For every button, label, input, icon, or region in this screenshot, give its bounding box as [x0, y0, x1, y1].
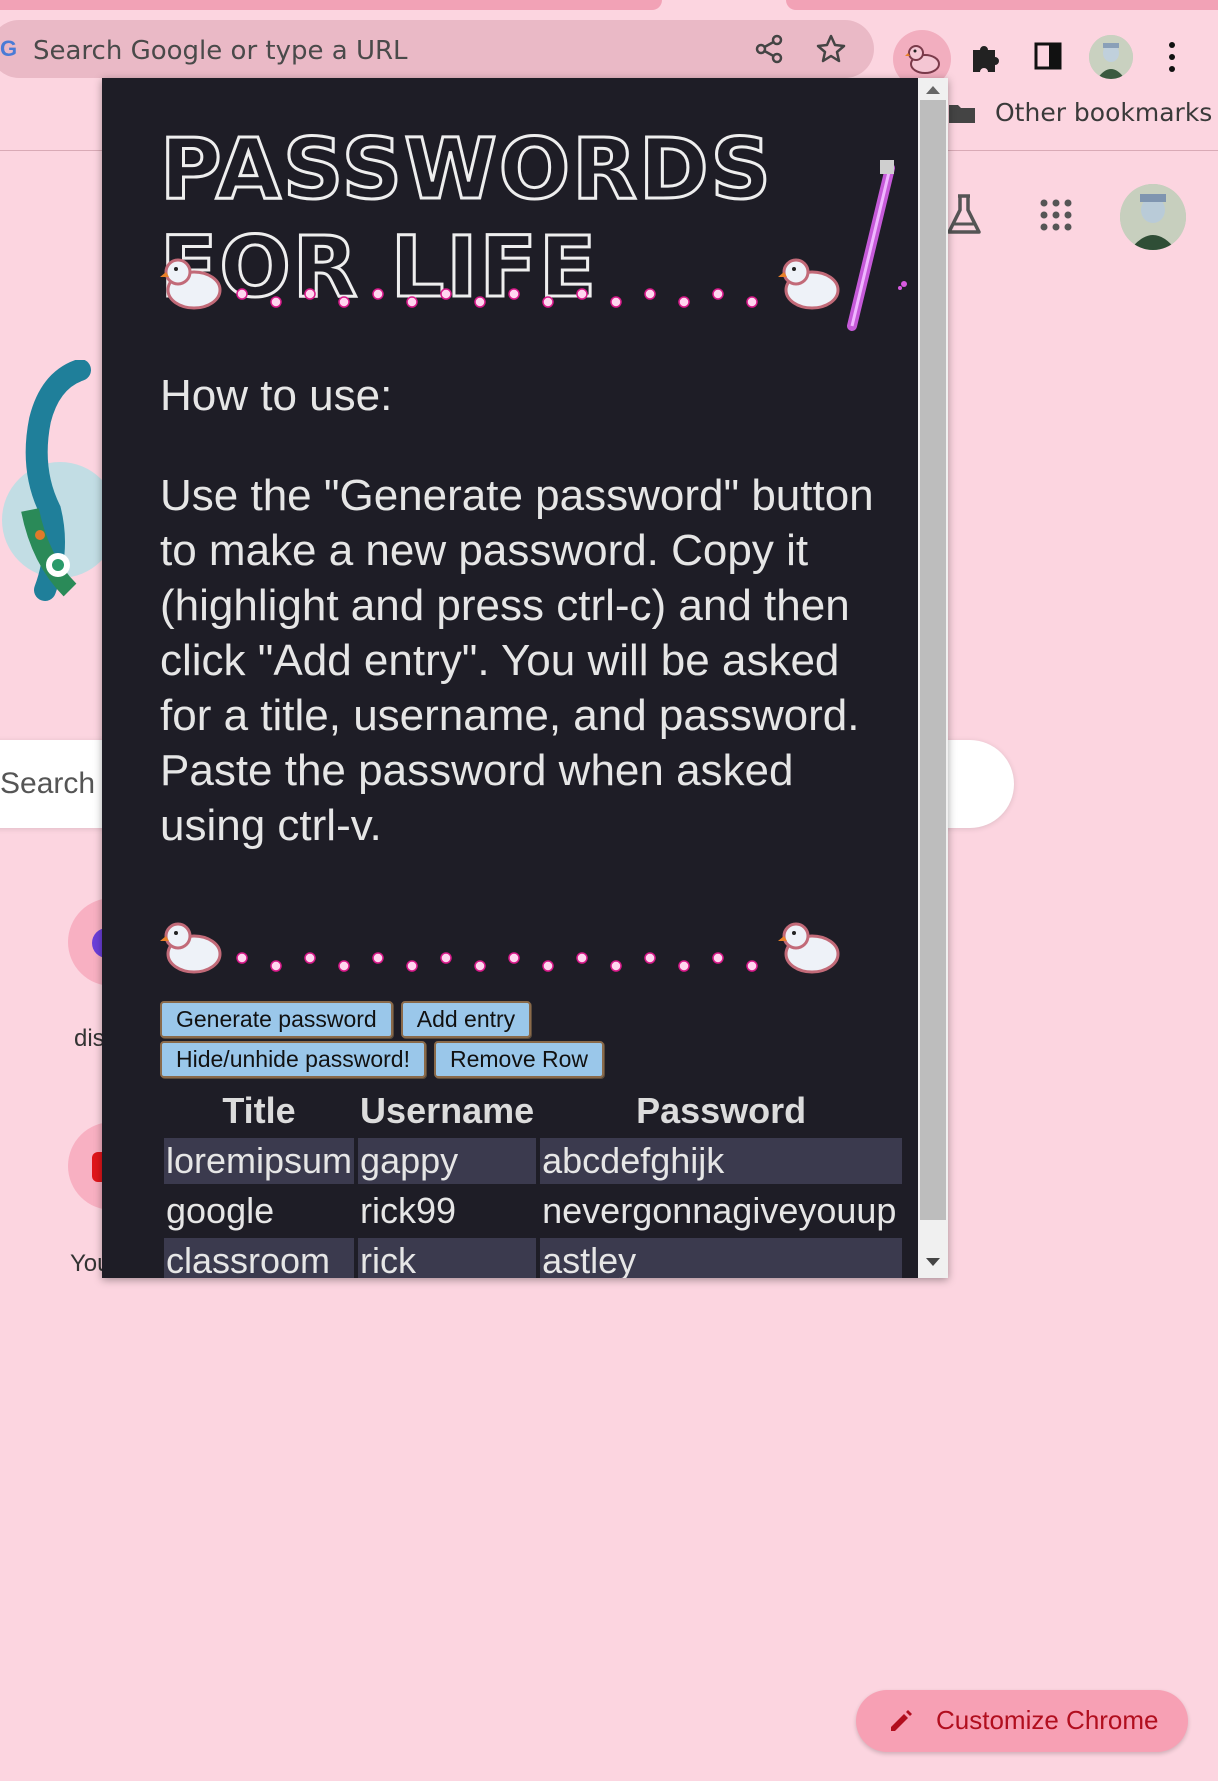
scroll-up-arrow-icon[interactable] [926, 86, 940, 94]
button-row: Generate password Add entry [160, 1001, 890, 1038]
pencil-icon [891, 1710, 912, 1731]
cell-username[interactable]: rick [358, 1238, 537, 1278]
cell-title[interactable]: loremipsum [164, 1138, 355, 1184]
side-panel-icon[interactable] [1033, 41, 1063, 71]
cell-title[interactable]: classroom [164, 1238, 355, 1278]
button-row: Hide/unhide password! Remove Row [160, 1041, 890, 1078]
account-avatar[interactable] [1120, 184, 1186, 250]
remove-row-button[interactable]: Remove Row [433, 1041, 605, 1078]
duck-divider [160, 258, 840, 310]
browser-tab[interactable] [786, 0, 1218, 10]
duck-icon [778, 922, 840, 974]
add-entry-button[interactable]: Add entry [400, 1001, 532, 1038]
duck-divider [160, 922, 840, 974]
duck-icon [160, 258, 222, 310]
bookmark-star-icon[interactable] [814, 32, 848, 66]
other-bookmarks[interactable]: Other bookmarks [995, 98, 1212, 127]
table-row[interactable]: loremipsum gappy abcdefghijk [164, 1138, 903, 1184]
hide-unhide-password-button[interactable]: Hide/unhide password! [160, 1041, 426, 1078]
extensions-puzzle-icon[interactable] [967, 38, 1003, 74]
scroll-down-arrow-icon[interactable] [926, 1258, 940, 1266]
generate-password-button[interactable]: Generate password [160, 1001, 393, 1038]
cell-password[interactable]: abcdefghijk [540, 1138, 903, 1184]
table-header-row: Title Username Password [164, 1088, 902, 1134]
folder-icon [949, 105, 975, 123]
password-table: Title Username Password loremipsum gappy… [160, 1084, 906, 1278]
doodle-image[interactable] [0, 360, 104, 610]
table-row[interactable]: google rick99 nevergonnagiveyouup [164, 1188, 902, 1234]
ntp-search-input[interactable]: Search [0, 767, 95, 801]
scroll-thumb[interactable] [920, 100, 946, 1220]
cell-username[interactable]: gappy [358, 1138, 537, 1184]
popup-scrollbar[interactable] [918, 78, 948, 1278]
google-apps-icon[interactable] [1038, 197, 1074, 233]
cell-title[interactable]: google [164, 1188, 354, 1234]
google-icon: G [0, 36, 16, 61]
cell-password[interactable]: nevergonnagiveyouup [540, 1188, 902, 1234]
duck-extension-icon[interactable] [905, 42, 941, 76]
omnibox[interactable]: G Search Google or type a URL [0, 20, 874, 78]
tab-strip [0, 0, 1218, 10]
labs-flask-icon[interactable] [944, 192, 984, 238]
shortcut-label[interactable]: dis [74, 1025, 105, 1053]
browser-tab[interactable] [0, 0, 662, 10]
customize-chrome-label: Customize Chrome [936, 1705, 1159, 1735]
column-header-title: Title [222, 1090, 296, 1131]
howto-heading: How to use: [160, 371, 393, 420]
column-header-username: Username [360, 1090, 535, 1131]
extension-popup: PASSWORDS FOR LIFE How to use: Use the "… [102, 78, 948, 1278]
omnibox-input[interactable]: Search Google or type a URL [33, 36, 408, 66]
duck-icon [160, 922, 222, 974]
duck-icon [778, 258, 840, 310]
table-row[interactable]: classroom rick astley [164, 1238, 903, 1278]
share-icon[interactable] [752, 32, 786, 66]
cell-username[interactable]: rick99 [358, 1188, 536, 1234]
instructions-text: Use the "Generate password" button to ma… [160, 471, 874, 850]
more-menu-icon[interactable] [1166, 40, 1178, 74]
profile-avatar[interactable] [1089, 35, 1133, 79]
customize-chrome-button[interactable]: Customize Chrome [856, 1690, 1188, 1752]
column-header-password: Password [636, 1090, 807, 1131]
cell-password[interactable]: astley [540, 1238, 903, 1278]
